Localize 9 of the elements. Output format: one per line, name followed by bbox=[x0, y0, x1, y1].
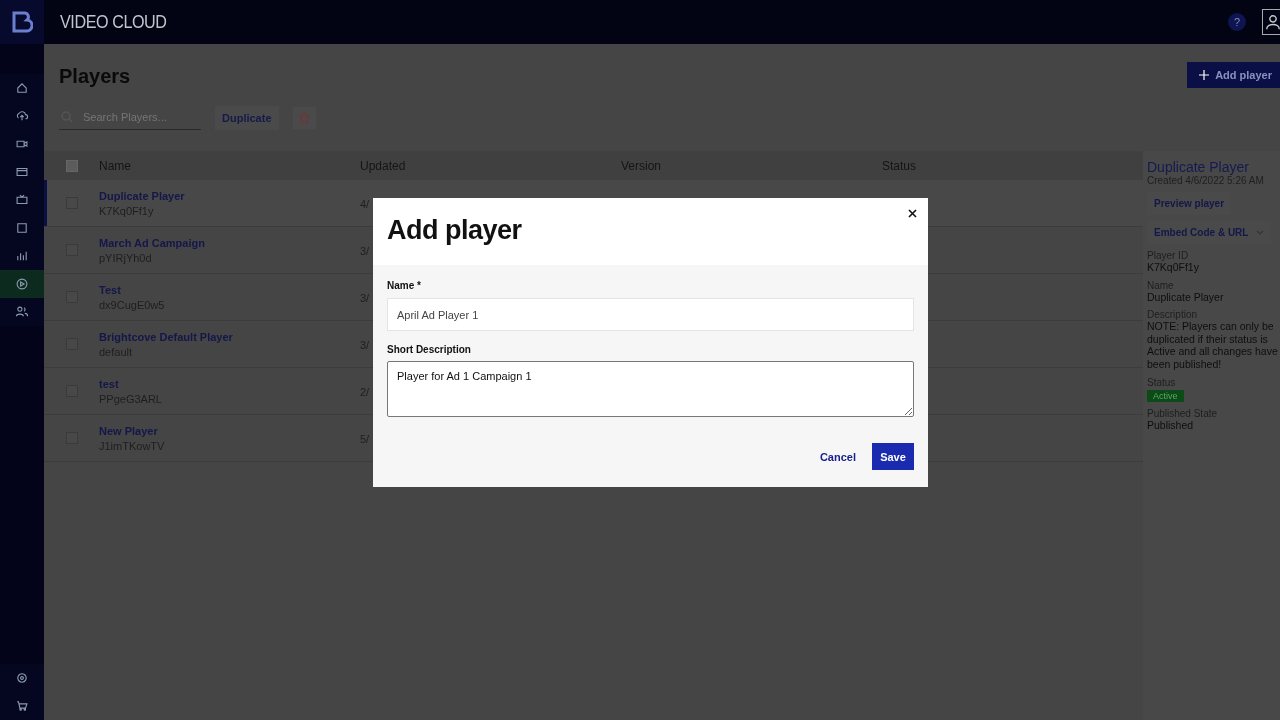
field-value: Duplicate Player bbox=[1147, 290, 1224, 304]
field-value: K7Kq0Ff1y bbox=[1147, 261, 1199, 274]
status-badge: Active bbox=[1147, 389, 1184, 402]
name-label: Name * bbox=[387, 280, 421, 291]
brand-title: VIDEO CLOUD bbox=[60, 11, 167, 33]
description-label: Short Description bbox=[387, 344, 471, 355]
field-value: Published bbox=[1147, 418, 1194, 432]
dialog-title: Add player bbox=[387, 215, 522, 247]
page-title: Players bbox=[59, 64, 131, 88]
